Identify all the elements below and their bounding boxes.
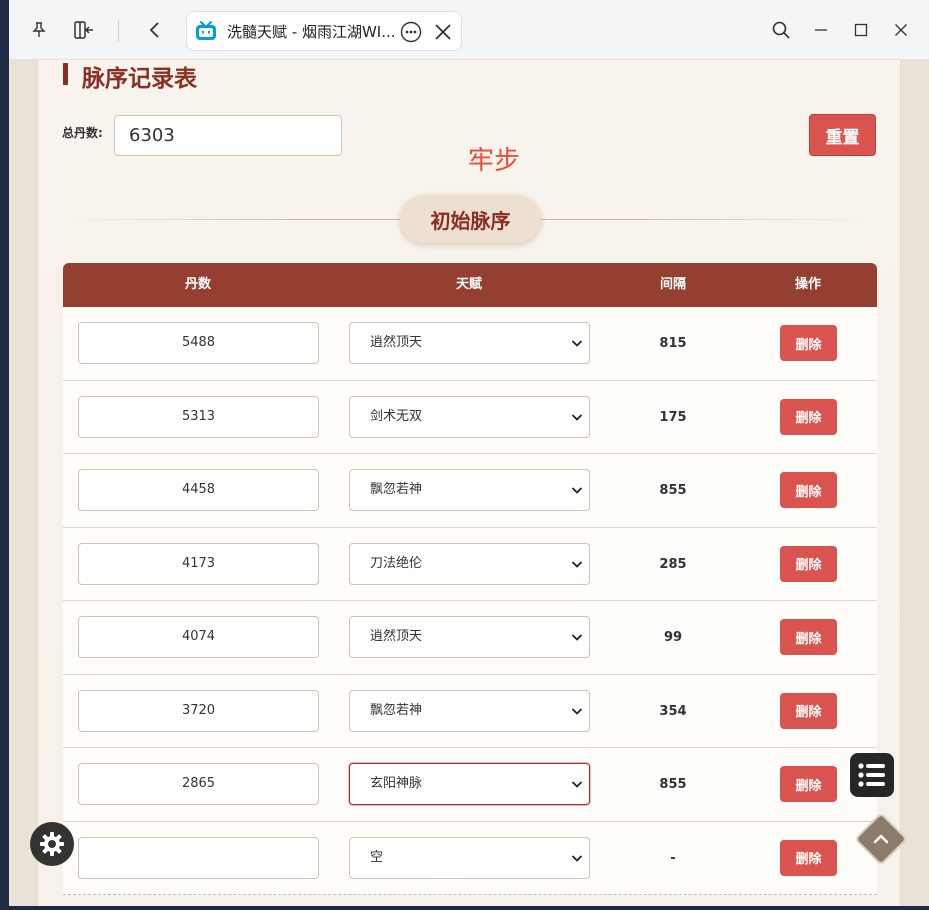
- close-window-icon[interactable]: [885, 14, 917, 46]
- table-row: 空 - 删除: [63, 821, 877, 895]
- column-header-gap: 间隔: [659, 277, 686, 292]
- gap-value: 815: [659, 336, 687, 351]
- talent-select[interactable]: 飘忽若神: [349, 469, 590, 511]
- search-icon[interactable]: [765, 14, 797, 46]
- column-header-dan: 丹数: [184, 277, 211, 292]
- talent-select[interactable]: 空: [349, 836, 590, 879]
- chevron-down-icon: [571, 560, 583, 568]
- page-viewport: 脉序记录表 总丹数: 6303 牢步 重置 初始脉序 丹数 天赋 间隔 操作 5…: [9, 60, 929, 906]
- column-header-talent: 天赋: [455, 277, 482, 292]
- talent-select-value: 逍然顶天: [370, 629, 423, 644]
- talent-select[interactable]: 玄阳神脉: [349, 763, 590, 805]
- column-header-action: 操作: [794, 277, 821, 292]
- gap-value: 354: [659, 703, 687, 719]
- table-row: 3720 飘忽若神 354 删除: [63, 674, 877, 748]
- chevron-up-icon: [873, 834, 889, 844]
- dan-input[interactable]: 4074: [78, 616, 319, 658]
- delete-button[interactable]: 删除: [780, 398, 837, 435]
- chevron-down-icon: [571, 340, 583, 347]
- window-border-bottom: [0, 906, 929, 910]
- chevron-down-icon: [571, 781, 583, 788]
- settings-float-button[interactable]: [30, 822, 74, 866]
- browser-tab[interactable]: 洗髓天赋 - 烟雨江湖WI...: [186, 11, 462, 51]
- dan-input[interactable]: 5488: [78, 322, 319, 364]
- table-body: 5488 逍然顶天 815 删除 5313 剑术无双 175 删除 4458 飘忽若神 855 删除 4…: [63, 307, 877, 895]
- chevron-down-icon: [571, 634, 583, 641]
- sidebar-toggle-icon[interactable]: [68, 14, 100, 46]
- total-dan-input[interactable]: 6303: [114, 115, 342, 156]
- page-title: 脉序记录表: [82, 66, 197, 92]
- more-options-icon[interactable]: [400, 21, 422, 43]
- talent-select-value: 刀法绝伦: [370, 555, 423, 571]
- gap-value: 99: [663, 630, 683, 645]
- talent-select-value: 飘忽若神: [370, 482, 423, 497]
- delete-button[interactable]: 删除: [780, 619, 837, 655]
- talent-select-value: 逍然顶天: [370, 335, 423, 350]
- status-text: 牢步: [468, 146, 521, 176]
- talent-select-value: 飘忽若神: [370, 702, 423, 718]
- list-icon: [858, 763, 885, 787]
- maximize-icon[interactable]: [845, 14, 877, 46]
- talent-select-value: 玄阳神脉: [370, 776, 423, 791]
- delete-button[interactable]: 删除: [780, 545, 837, 582]
- chevron-down-icon: [571, 854, 583, 862]
- chevron-down-icon: [571, 413, 583, 421]
- delete-button[interactable]: 删除: [780, 325, 837, 361]
- browser-titlebar: 洗髓天赋 - 烟雨江湖WI...: [9, 0, 929, 60]
- gap-value: 175: [659, 409, 687, 425]
- talent-select-value: 剑术无双: [370, 408, 423, 424]
- meridian-table: 丹数 天赋 间隔 操作 5488 逍然顶天 815 删除 5313 剑术无双 175 删除 44…: [63, 263, 877, 895]
- gap-value: -: [670, 850, 676, 866]
- gear-icon: [40, 832, 64, 856]
- gap-value: 855: [659, 483, 687, 498]
- delete-button[interactable]: 删除: [780, 766, 837, 802]
- table-row: 4074 逍然顶天 99 删除: [63, 601, 877, 675]
- back-icon[interactable]: [139, 14, 171, 46]
- table-row: 2865 玄阳神脉 855 删除: [63, 748, 877, 822]
- delete-button[interactable]: 删除: [780, 839, 837, 876]
- heading-accent-bar: [63, 63, 68, 85]
- gap-value: 855: [659, 777, 687, 792]
- reset-button[interactable]: 重置: [809, 114, 876, 156]
- gap-value: 285: [659, 556, 687, 572]
- table-row: 4458 飘忽若神 855 删除: [63, 454, 877, 528]
- table-row: 5488 逍然顶天 815 删除: [63, 307, 877, 381]
- dan-input[interactable]: 3720: [78, 689, 319, 732]
- talent-select[interactable]: 逍然顶天: [349, 616, 590, 658]
- delete-button[interactable]: 删除: [780, 472, 837, 508]
- list-menu-float-button[interactable]: [850, 753, 894, 797]
- content-card: 脉序记录表 总丹数: 6303 牢步 重置 初始脉序 丹数 天赋 间隔 操作 5…: [37, 60, 901, 906]
- chevron-down-icon: [571, 487, 583, 494]
- talent-select[interactable]: 剑术无双: [349, 395, 590, 438]
- table-row: 5313 剑术无双 175 删除: [63, 380, 877, 454]
- talent-select[interactable]: 逍然顶天: [349, 322, 590, 364]
- dan-input[interactable]: 4173: [78, 542, 319, 585]
- table-row: 4173 刀法绝伦 285 删除: [63, 527, 877, 601]
- dan-input[interactable]: 5313: [78, 395, 319, 438]
- minimize-icon[interactable]: [805, 14, 837, 46]
- pin-icon[interactable]: [23, 14, 55, 46]
- talent-select[interactable]: 刀法绝伦: [349, 542, 590, 585]
- dan-input[interactable]: 2865: [78, 763, 319, 805]
- dan-input[interactable]: 4458: [78, 469, 319, 511]
- tab-title: 洗髓天赋 - 烟雨江湖WI...: [227, 22, 396, 41]
- window-border: [0, 0, 9, 910]
- section-title: 初始脉序: [400, 195, 541, 243]
- delete-button[interactable]: 删除: [780, 692, 837, 729]
- table-header: 丹数 天赋 间隔 操作: [63, 263, 877, 307]
- chevron-down-icon: [571, 707, 583, 715]
- close-tab-icon[interactable]: [432, 21, 454, 43]
- bilibili-icon: [196, 21, 216, 40]
- toolbar-separator: [118, 20, 119, 42]
- total-dan-label: 总丹数:: [62, 126, 103, 140]
- talent-select[interactable]: 飘忽若神: [349, 689, 590, 732]
- talent-select-value: 空: [370, 849, 384, 865]
- dan-input[interactable]: [78, 836, 319, 879]
